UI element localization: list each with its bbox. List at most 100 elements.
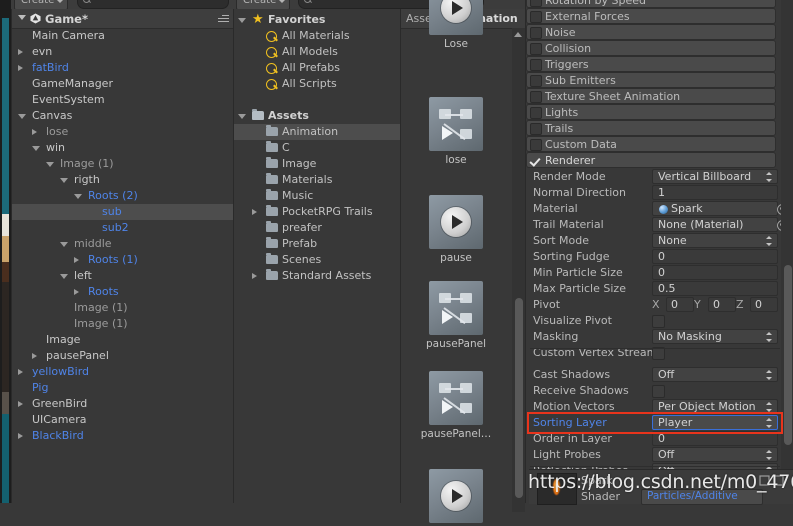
hierarchy-item-pausepanel[interactable]: pausePanel [12, 348, 234, 364]
hierarchy-item-lose[interactable]: lose [12, 124, 234, 140]
property-field[interactable]: Spark [652, 201, 788, 216]
project-item-all-prefabs[interactable]: All Prefabs [234, 60, 401, 76]
hierarchy-item-canvas[interactable]: Canvas [12, 108, 234, 124]
project-item-prefab[interactable]: Prefab [234, 236, 401, 252]
property-row-order-in-layer[interactable]: Order in Layer 0 [530, 431, 780, 447]
module-row-renderer[interactable]: Renderer [526, 152, 776, 168]
hierarchy-item-blackbird[interactable]: BlackBird [12, 428, 234, 444]
project-item-materials[interactable]: Materials [234, 172, 401, 188]
module-checkbox[interactable] [530, 0, 542, 7]
property-field[interactable]: Player [652, 415, 778, 430]
property-row-motion-vectors[interactable]: Motion Vectors Per Object Motion [530, 399, 780, 415]
chevron-down-icon[interactable] [238, 18, 246, 23]
hierarchy-item-yellowbird[interactable]: yellowBird [12, 364, 234, 380]
module-checkbox[interactable] [530, 27, 542, 39]
module-row-sub-emitters[interactable]: Sub Emitters [526, 72, 776, 88]
hierarchy-item-main-camera[interactable]: Main Camera [12, 28, 234, 44]
scroll-up-arrow-icon[interactable] [514, 32, 522, 37]
module-row-trails[interactable]: Trails [526, 120, 776, 136]
project-item-scenes[interactable]: Scenes [234, 252, 401, 268]
module-checkbox[interactable] [530, 155, 542, 167]
vector-field-y[interactable]: 0 [708, 297, 736, 312]
dropdown-arrows-icon[interactable] [766, 418, 773, 428]
dropdown-arrows-icon[interactable] [766, 172, 773, 182]
module-row-collision[interactable]: Collision [526, 40, 776, 56]
project-item-all-scripts[interactable]: All Scripts [234, 76, 401, 92]
hierarchy-item-gamemanager[interactable]: GameManager [12, 76, 234, 92]
chevron-down-icon[interactable] [32, 146, 40, 151]
hierarchy-item-roots-1[interactable]: Roots (1) [12, 252, 234, 268]
chevron-right-icon[interactable] [18, 65, 23, 71]
dropdown-arrows-icon[interactable] [766, 332, 773, 342]
module-checkbox[interactable] [530, 107, 542, 119]
property-field[interactable]: Off [652, 447, 778, 462]
project-item-music[interactable]: Music [234, 188, 401, 204]
chevron-down-icon[interactable] [18, 15, 26, 20]
chevron-right-icon[interactable] [74, 289, 79, 295]
chevron-down-icon[interactable] [18, 114, 26, 119]
property-field[interactable]: Off [652, 367, 778, 382]
property-row-normal-direction[interactable]: Normal Direction 1 [530, 185, 780, 201]
asset-tile[interactable]: Lose [401, 0, 511, 50]
project-item-all-models[interactable]: All Models [234, 44, 401, 60]
vector-field-z[interactable]: 0 [750, 297, 778, 312]
asset-tile[interactable]: pausePanel… [401, 371, 511, 440]
module-row-triggers[interactable]: Triggers [526, 56, 776, 72]
property-field[interactable]: 1 [652, 185, 778, 200]
module-row-external-forces[interactable]: External Forces [526, 8, 776, 24]
chevron-down-icon[interactable] [46, 162, 54, 167]
module-checkbox[interactable] [530, 123, 542, 135]
chevron-right-icon[interactable] [32, 353, 37, 359]
module-checkbox[interactable] [530, 43, 542, 55]
module-checkbox[interactable] [530, 75, 542, 87]
property-checkbox[interactable] [652, 385, 665, 398]
asset-tile[interactable]: lose [401, 97, 511, 166]
project-item-all-materials[interactable]: All Materials [234, 28, 401, 44]
chevron-right-icon[interactable] [18, 433, 23, 439]
hierarchy-item-image-1[interactable]: Image (1) [12, 316, 234, 332]
property-row-sort-mode[interactable]: Sort Mode None [530, 233, 780, 249]
property-field[interactable]: 0.5 [652, 281, 778, 296]
property-row-receive-shadows[interactable]: Receive Shadows [530, 383, 780, 399]
module-row-lights[interactable]: Lights [526, 104, 776, 120]
inspector-scrollbar-thumb[interactable] [783, 265, 792, 445]
hierarchy-item-win[interactable]: win [12, 140, 234, 156]
chevron-right-icon[interactable] [252, 273, 257, 279]
hierarchy-item-middle[interactable]: middle [12, 236, 234, 252]
hierarchy-item-greenbird[interactable]: GreenBird [12, 396, 234, 412]
dropdown-arrows-icon[interactable] [766, 370, 773, 380]
hierarchy-item-image[interactable]: Image [12, 332, 234, 348]
chevron-right-icon[interactable] [74, 257, 79, 263]
project-item-favorites[interactable]: ★ Favorites [234, 12, 401, 28]
chevron-right-icon[interactable] [252, 209, 257, 215]
dropdown-arrows-icon[interactable] [766, 450, 773, 460]
property-field[interactable]: None (Material) [652, 217, 788, 232]
hierarchy-item-pig[interactable]: Pig [12, 380, 234, 396]
project-item-preafer[interactable]: preafer [234, 220, 401, 236]
property-row-masking[interactable]: Masking No Masking [530, 329, 780, 345]
property-row-sorting-fudge[interactable]: Sorting Fudge 0 [530, 249, 780, 265]
property-field[interactable]: No Masking [652, 329, 778, 344]
property-field[interactable]: 0 [652, 431, 778, 446]
property-row-sorting-layer[interactable]: Sorting Layer Player [530, 415, 780, 431]
hierarchy-item-roots[interactable]: Roots [12, 284, 234, 300]
hierarchy-item-eventsystem[interactable]: EventSystem [12, 92, 234, 108]
module-row-rotation-by-speed[interactable]: Rotation by Speed [526, 0, 776, 8]
chevron-right-icon[interactable] [18, 49, 23, 55]
property-row-visualize-pivot[interactable]: Visualize Pivot [530, 313, 780, 329]
hierarchy-item-roots-2[interactable]: Roots (2) [12, 188, 234, 204]
property-row-material[interactable]: Material Spark [530, 201, 788, 217]
module-row-texture-sheet-animation[interactable]: Texture Sheet Animation [526, 88, 776, 104]
hierarchy-item-uicamera[interactable]: UICamera [12, 412, 234, 428]
module-checkbox[interactable] [530, 59, 542, 71]
asset-scrollbar-thumb[interactable] [514, 298, 523, 498]
chevron-down-icon[interactable] [60, 242, 68, 247]
module-checkbox[interactable] [530, 139, 542, 151]
property-row-cast-shadows[interactable]: Cast Shadows Off [530, 367, 780, 383]
chevron-down-icon[interactable] [60, 274, 68, 279]
hierarchy-item-evn[interactable]: evn [12, 44, 234, 60]
property-row-pivot[interactable]: Pivot X 0 Y 0 Z 0 [530, 297, 780, 313]
module-checkbox[interactable] [530, 11, 542, 23]
asset-tile[interactable] [401, 469, 511, 526]
inspector-scrollbar-track[interactable] [781, 0, 793, 469]
